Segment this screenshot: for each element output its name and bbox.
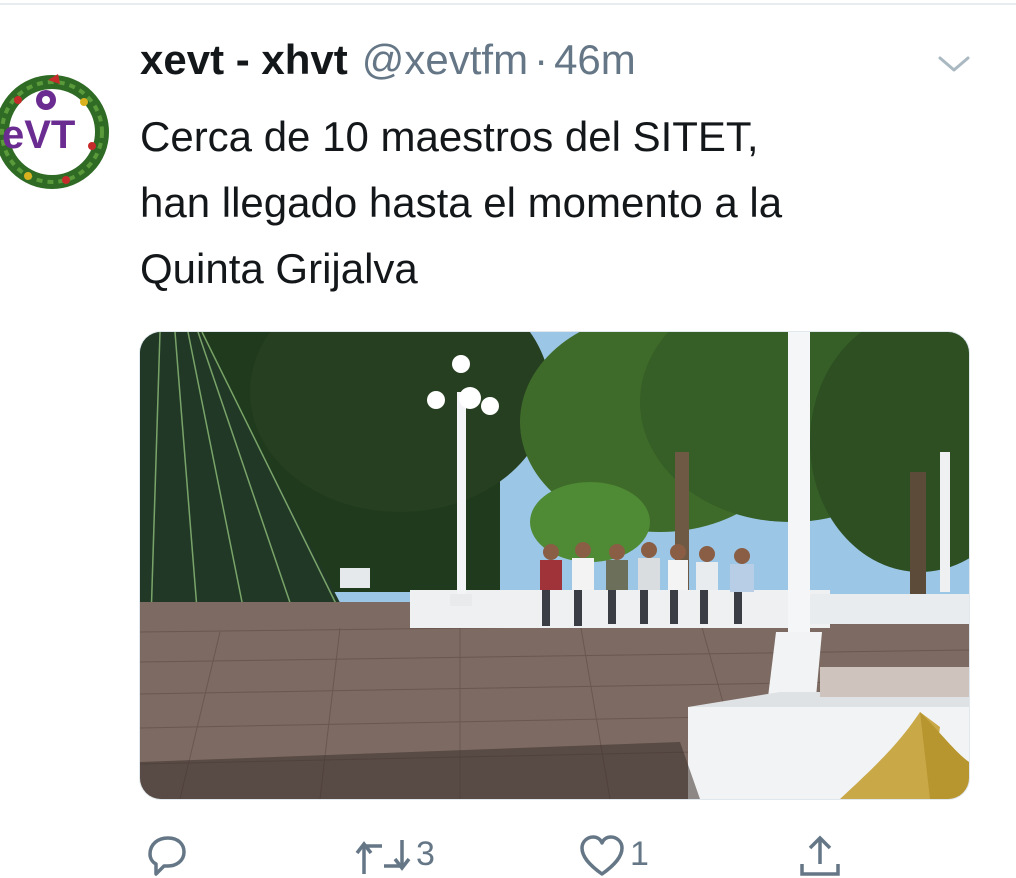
share-button[interactable]	[796, 834, 848, 878]
chevron-down-icon[interactable]	[934, 48, 974, 80]
retweet-button[interactable]: 3	[354, 834, 435, 878]
avatar[interactable]: eVT	[0, 50, 112, 208]
avatar-logo-text: eVT	[2, 113, 75, 157]
separator-dot: ·	[534, 36, 549, 83]
retweet-count: 3	[416, 835, 435, 873]
retweet-icon	[354, 834, 412, 878]
tweet-photo[interactable]	[139, 331, 970, 800]
like-button[interactable]: 1	[578, 834, 649, 878]
share-icon	[796, 834, 844, 878]
heart-icon	[578, 834, 626, 878]
like-count: 1	[630, 835, 649, 873]
timestamp[interactable]: 46m	[554, 36, 636, 84]
tweet-actions: 3 1	[0, 826, 1016, 876]
display-name[interactable]: xevt - xhvt	[140, 36, 348, 84]
top-divider	[0, 3, 1016, 5]
reply-button[interactable]	[142, 834, 194, 878]
reply-icon	[142, 834, 190, 878]
user-handle[interactable]: @xevtfm	[362, 36, 528, 84]
tweet-text: Cerca de 10 maestros del SITET, han lleg…	[140, 113, 783, 292]
tweet-header: xevt - xhvt @xevtfm · 46m	[140, 36, 636, 96]
